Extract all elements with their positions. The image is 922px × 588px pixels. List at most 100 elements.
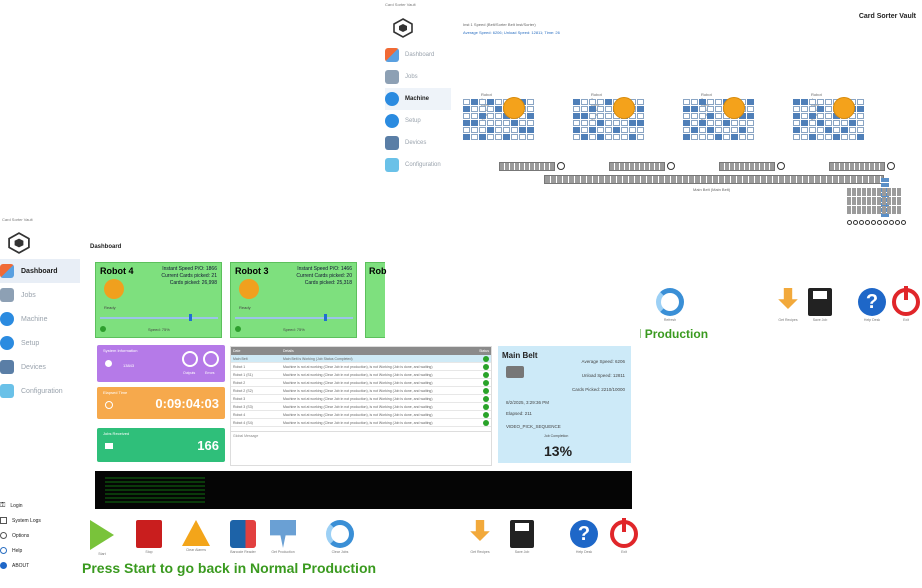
output-bin — [892, 206, 896, 214]
card-slot — [793, 120, 800, 126]
table-row[interactable]: Main Belt Main Belt is Working (Job Statu… — [231, 355, 491, 363]
sidebar-item-jobs[interactable]: Jobs — [385, 66, 451, 88]
robot-picker-indicator — [833, 97, 855, 119]
card-slot — [739, 134, 746, 140]
scanner-icon — [230, 520, 256, 548]
sidebar-item-machine[interactable]: Machine — [385, 88, 451, 110]
speed-slider[interactable] — [235, 317, 353, 319]
bin-indicator — [865, 220, 870, 225]
help-link[interactable]: Help — [0, 543, 70, 558]
sidebar-item-dashboard[interactable]: Dashboard — [0, 259, 80, 283]
clear-jobs-button[interactable]: Clear Jobs — [326, 520, 354, 554]
get-recipes-button[interactable]: Get Recipes — [466, 520, 494, 554]
output-bin — [867, 188, 871, 196]
card-slot — [731, 134, 738, 140]
card-slot — [817, 134, 824, 140]
current-cards: Current Cards picked: 21 — [161, 273, 217, 279]
robot-stats: Instant Speed P/O: 1466 Current Cards pi… — [296, 266, 352, 287]
belt-sensor-indicator — [777, 162, 785, 170]
page-title: Dashboard — [90, 244, 122, 250]
card-slot — [723, 120, 730, 126]
card-slot — [841, 120, 848, 126]
output-bin — [887, 206, 891, 214]
cards-picked: Cards picked: 25,318 — [304, 280, 352, 286]
sidebar-item-machine[interactable]: Machine — [0, 307, 80, 331]
card-slot — [683, 113, 690, 119]
status-log-table: Date Details Status Main Belt Main Belt i… — [230, 346, 492, 466]
sidebar-item-configuration[interactable]: Configuration — [0, 379, 80, 403]
table-row[interactable]: Robot 2 (S2) Machine is not at working (C… — [231, 387, 491, 395]
save-job-button[interactable]: Save Job — [808, 288, 832, 322]
robot-card-4[interactable]: Robot 4 Instant Speed P/O: 1866 Current … — [95, 262, 222, 338]
card-slot — [707, 134, 714, 140]
exit-label: Exit — [903, 318, 909, 322]
save-job-button[interactable]: Save Job — [510, 520, 534, 554]
card-slot — [597, 99, 604, 105]
system-info-card: System Information 13843 Outputs Errors — [97, 345, 225, 382]
card-slot — [683, 99, 690, 105]
sidebar-item-label: Devices — [405, 140, 427, 146]
machine-sidebar: Dashboard Jobs Machine Setup Devices Con… — [385, 44, 451, 176]
card-slot — [637, 134, 644, 140]
card-slot — [747, 134, 754, 140]
barcode-reader-button[interactable]: Barcode Reader — [230, 520, 256, 554]
card-slot — [699, 127, 706, 133]
refresh-button[interactable]: Refresh — [656, 288, 684, 322]
login-link[interactable]: ⚿ Login — [0, 498, 70, 513]
table-row[interactable]: Robot 2 Machine is not at working (Clear … — [231, 379, 491, 387]
card-slot — [793, 134, 800, 140]
main-belt-panel: Main Belt Average Speed: 6206 Unload Spe… — [498, 346, 631, 463]
speed-slider-thumb[interactable] — [323, 314, 327, 321]
speed-slider[interactable] — [100, 317, 218, 319]
row-details: Machine is not at working (Clear Job in … — [283, 420, 433, 425]
save-icon — [808, 288, 832, 316]
about-link[interactable]: ABOUT — [0, 558, 70, 573]
card-slot — [731, 120, 738, 126]
sidebar-item-dashboard[interactable]: Dashboard — [385, 44, 451, 66]
devices-icon — [0, 360, 14, 374]
card-slot — [809, 99, 816, 105]
stop-button[interactable]: Stop — [136, 520, 162, 554]
robot-card-partial[interactable]: Rob — [365, 262, 387, 338]
sidebar-item-devices[interactable]: Devices — [385, 132, 451, 154]
options-link[interactable]: Options — [0, 528, 70, 543]
row-details: Machine is not at working (Clear Job in … — [283, 380, 433, 385]
help-desk-button[interactable]: ? Help Desk — [858, 288, 886, 322]
sidebar-item-configuration[interactable]: Configuration — [385, 154, 451, 176]
table-row[interactable]: Robot 1 (S1) Machine is not at working (C… — [231, 371, 491, 379]
exit-button[interactable]: Exit — [892, 286, 920, 322]
table-row[interactable]: Robot 1 Machine is not at working (Clear … — [231, 363, 491, 371]
sidebar-item-devices[interactable]: Devices — [0, 355, 80, 379]
card-slot — [809, 127, 816, 133]
table-row[interactable]: Robot 3 Machine is not at working (Clear … — [231, 395, 491, 403]
get-recipes-button[interactable]: Get Recipes — [774, 288, 802, 322]
dashboard-window: Card Sorter Vault Dashboard Dashboard Jo… — [0, 215, 640, 588]
clear-alarms-button[interactable]: Clear Alarms — [182, 520, 210, 552]
table-row[interactable]: Robot 4 Machine is not at working (Clear … — [231, 411, 491, 419]
sidebar-item-jobs[interactable]: Jobs — [0, 283, 80, 307]
bin-indicator — [847, 220, 852, 225]
card-slot — [715, 134, 722, 140]
conveyor-icon — [506, 366, 524, 378]
card-slot — [597, 106, 604, 112]
get-production-button[interactable]: Get Production — [270, 520, 296, 554]
table-row[interactable]: Robot 3 (S3) Machine is not at working (C… — [231, 403, 491, 411]
card-slot — [605, 113, 612, 119]
sidebar-item-setup[interactable]: Setup — [0, 331, 80, 355]
table-row[interactable]: Robot 4 (S4) Machine is not at working (C… — [231, 419, 491, 427]
row-details: Machine is not at working (Clear Job in … — [283, 404, 433, 409]
start-button[interactable]: Start — [90, 520, 114, 556]
speed-slider-thumb[interactable] — [188, 314, 192, 321]
system-logs-link[interactable]: System Logs — [0, 513, 70, 528]
card-slot — [589, 106, 596, 112]
card-slot — [471, 99, 478, 105]
sidebar-item-setup[interactable]: Setup — [385, 110, 451, 132]
robot-card-3[interactable]: Robot 3 Instant Speed P/O: 1466 Current … — [230, 262, 357, 338]
card-slot — [793, 99, 800, 105]
output-bin — [857, 206, 861, 214]
exit-button[interactable]: Exit — [610, 518, 638, 554]
help-desk-button[interactable]: ? Help Desk — [570, 520, 598, 554]
card-slot — [793, 113, 800, 119]
card-slot — [707, 106, 714, 112]
card-slot — [487, 113, 494, 119]
